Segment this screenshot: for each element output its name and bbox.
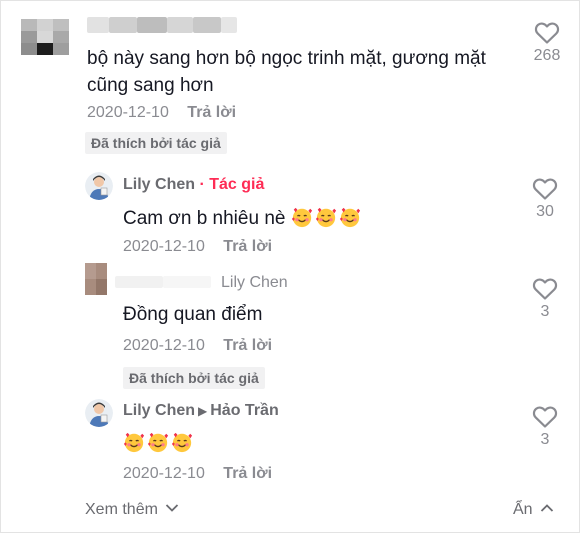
heart-icon[interactable] xyxy=(532,277,558,301)
caret-right-icon: ▶ xyxy=(198,404,208,418)
liked-by-author-badge: Đã thích bởi tác giả xyxy=(123,367,265,389)
smiling-face-with-hearts-icon xyxy=(339,207,360,228)
reply-date: 2020-12-10 xyxy=(123,238,205,255)
smiling-face-with-hearts-icon xyxy=(291,207,312,228)
heart-icon[interactable] xyxy=(534,21,560,45)
heart-icon[interactable] xyxy=(532,405,558,429)
comment-text: bộ này sang hơn bộ ngọc trinh mặt, gương… xyxy=(87,48,486,96)
commenter-avatar[interactable] xyxy=(21,19,69,55)
view-more-label: Xem thêm xyxy=(85,501,158,518)
like-count: 3 xyxy=(540,303,550,320)
reply-author-name[interactable]: Lily Chen · Tác giả xyxy=(123,176,264,194)
reply-meta: 2020-12-10 Trả lời xyxy=(123,337,272,355)
author-name[interactable]: Lily Chen xyxy=(123,176,195,193)
chevron-up-icon xyxy=(540,504,554,512)
like-count: 3 xyxy=(540,431,550,448)
like-count: 268 xyxy=(533,47,561,64)
like-count: 30 xyxy=(536,203,554,220)
reply-to-name[interactable]: Hảo Trần xyxy=(210,402,278,419)
view-more-button[interactable]: Xem thêm xyxy=(85,501,179,519)
hide-label: Ẩn xyxy=(513,501,533,518)
author-avatar[interactable] xyxy=(85,172,113,200)
chevron-down-icon xyxy=(166,504,179,512)
blurred-avatar[interactable] xyxy=(85,263,107,295)
reply-meta: 2020-12-10 Trả lời xyxy=(123,465,272,483)
reply-text-content: Cam ơn b nhiêu nè xyxy=(123,208,286,229)
author-tag: · Tác giả xyxy=(199,176,265,193)
comment-like[interactable]: 268 xyxy=(521,21,573,65)
reply-author-name[interactable]: Lily Chen xyxy=(221,274,288,292)
reply-button[interactable]: Trả lời xyxy=(223,465,272,482)
comment-meta: 2020-12-10 Trả lời xyxy=(87,104,236,122)
liked-by-author-badge: Đã thích bởi tác giả xyxy=(85,132,227,154)
reply-date: 2020-12-10 xyxy=(123,465,205,482)
author-avatar[interactable] xyxy=(85,399,113,427)
reply-meta: 2020-12-10 Trả lời xyxy=(123,238,272,256)
reply-button[interactable]: Trả lời xyxy=(223,238,272,255)
reply-button[interactable]: Trả lời xyxy=(223,337,272,354)
reply-date: 2020-12-10 xyxy=(123,337,205,354)
author-name[interactable]: Lily Chen xyxy=(123,402,195,419)
emoji-group xyxy=(291,207,363,229)
comment-thread: bộ này sang hơn bộ ngọc trinh mặt, gương… xyxy=(0,0,580,533)
smiling-face-with-hearts-icon xyxy=(123,432,145,453)
blurred-commenter-name[interactable] xyxy=(87,17,237,33)
blurred-commenter-name[interactable] xyxy=(115,276,211,288)
smiling-face-with-hearts-icon xyxy=(171,432,193,453)
reply-text: Đồng quan điểm xyxy=(123,304,263,325)
smiling-face-with-hearts-icon xyxy=(147,432,169,453)
reply-like[interactable]: 3 xyxy=(519,277,571,321)
comment-date: 2020-12-10 xyxy=(87,104,169,121)
reply-text: Cam ơn b nhiêu nè xyxy=(123,206,363,230)
reply-emoji-text xyxy=(123,431,195,455)
reply-like[interactable]: 30 xyxy=(519,177,571,221)
heart-icon[interactable] xyxy=(532,177,558,201)
reply-like[interactable]: 3 xyxy=(519,405,571,449)
smiling-face-with-hearts-icon xyxy=(315,207,336,228)
reply-author-name: Lily Chen ▶ Hảo Trần xyxy=(123,402,279,420)
hide-button[interactable]: Ẩn xyxy=(513,501,554,519)
reply-button[interactable]: Trả lời xyxy=(187,104,236,121)
